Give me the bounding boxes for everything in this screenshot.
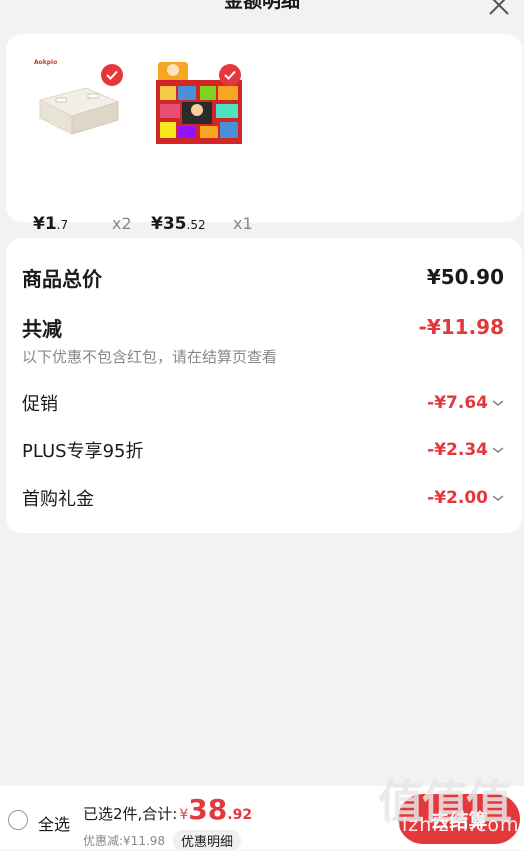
total-reduce-row: 共减 -¥11.98 [22,312,504,342]
select-all-label[interactable]: 全选 [38,811,70,835]
discount-amount-text: 优惠减:¥11.98 [83,834,166,848]
price-summary-card: 商品总价 ¥50.90 共减 -¥11.98 以下优惠不包含红包，请在结算页查看… [6,238,522,533]
total-integer: 38 [188,793,228,826]
chevron-down-icon [492,400,504,406]
close-icon[interactable] [486,0,512,18]
discount-summary: 优惠减:¥11.98 优惠明细 [83,830,242,851]
total-reduce-value: -¥11.98 [418,315,504,339]
total-price-value: ¥50.90 [426,265,504,289]
discount-row-promotion[interactable]: 促销 -¥7.64 [22,388,504,418]
product-1-price: ¥1.7 [33,214,69,234]
discount-value: -¥2.00 [427,488,504,508]
checkout-bar: 全选 已选2件,合计: ¥ 38 .92 优惠减:¥11.98 优惠明细 去结算 [0,786,524,851]
selected-count-text: 已选2件,合计: [83,805,178,823]
discount-value: -¥2.34 [427,440,504,460]
chevron-down-icon [492,447,504,453]
product-1-quantity: x2 [112,214,132,233]
svg-text:Aokpio: Aokpio [34,59,57,66]
chevron-down-icon [492,495,504,501]
discount-note: 以下优惠不包含红包，请在结算页查看 [22,348,278,366]
sheet-header: 金额明细 [0,0,524,22]
total-price-row: 商品总价 ¥50.90 [22,262,504,292]
discount-label: PLUS专享95折 [22,441,144,462]
selected-total: 已选2件,合计: ¥ 38 .92 [83,796,252,824]
checkout-button[interactable]: 去结算 [398,794,520,844]
total-decimal: .92 [227,807,253,823]
total-price-label: 商品总价 [22,266,102,291]
discount-label: 促销 [22,394,58,415]
total-reduce-label: 共减 [22,316,62,341]
product-card: Aokpio ¥1.7 x2 ¥35.52 x1 [6,34,522,234]
discount-row-plus[interactable]: PLUS专享95折 -¥2.34 [22,435,504,465]
product-2-price: ¥35.52 [151,214,206,234]
currency-symbol: ¥ [179,807,189,823]
product-2-selected-check-icon[interactable] [219,64,241,86]
discount-value: -¥7.64 [427,393,504,413]
product-1-selected-check-icon[interactable] [101,64,123,86]
product-2-quantity: x1 [233,214,253,233]
select-all-radio[interactable] [8,810,28,830]
discount-detail-button[interactable]: 优惠明细 [173,830,242,851]
page-title: 金额明细 [223,0,300,12]
discount-label: 首购礼金 [22,489,94,510]
discount-row-first-purchase[interactable]: 首购礼金 -¥2.00 [22,483,504,513]
